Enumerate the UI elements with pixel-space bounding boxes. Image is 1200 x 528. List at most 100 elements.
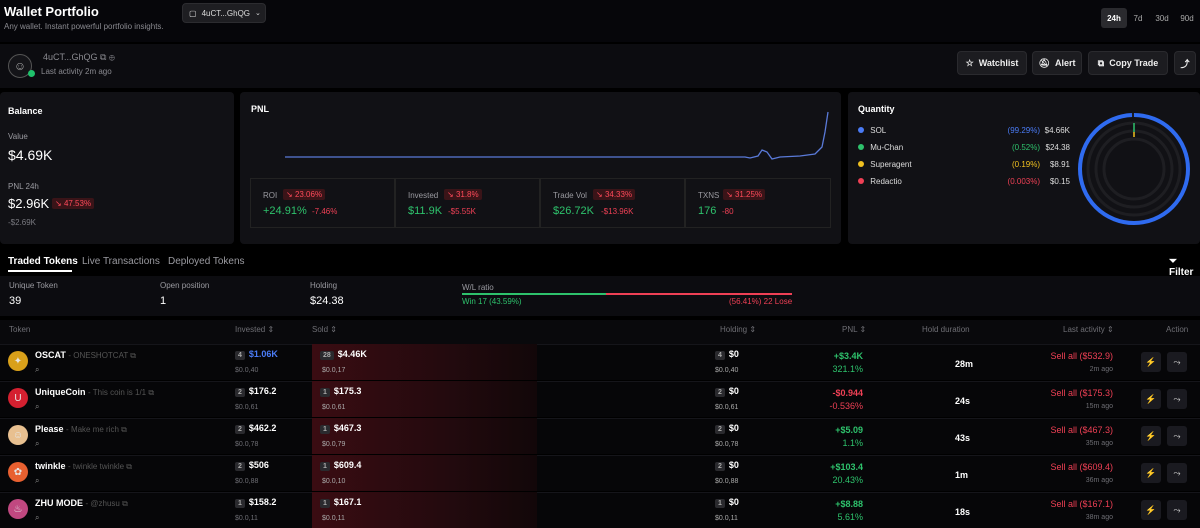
copy-icon[interactable]: ⧉: [100, 52, 106, 62]
open-position-label: Open position: [160, 281, 210, 290]
holding-label: Holding: [310, 281, 338, 290]
hold-duration: 43s: [955, 433, 971, 443]
table-row[interactable]: [0, 418, 1200, 454]
invested-value: 2 $506: [235, 460, 269, 471]
token-icon: ☺: [8, 425, 28, 445]
sold-sub: $0.0,11: [322, 515, 345, 522]
col-last-activity[interactable]: Last activity ⇕: [1063, 325, 1114, 334]
token-icon: ✿: [8, 462, 28, 482]
search-icon[interactable]: ⌕: [35, 513, 39, 523]
col-holding[interactable]: Holding ⇕: [720, 325, 756, 334]
share-icon[interactable]: ⤳: [1167, 463, 1187, 483]
share-icon[interactable]: ⤳: [1167, 352, 1187, 372]
wallet-selector[interactable]: ▢ 4uCT...GhQG ⌄: [182, 3, 266, 23]
sold-sub: $0.0,17: [322, 367, 346, 374]
invested-value: 1 $158.2: [235, 497, 276, 508]
pnl-value: +$8.88: [835, 499, 863, 509]
holding-value: 1 $0: [715, 497, 739, 508]
star-icon: ☆: [965, 57, 974, 68]
holding-sub: $0.0,61: [715, 404, 739, 411]
unique-token-value: 39: [9, 295, 22, 307]
quick-buy-icon[interactable]: ⚡: [1141, 463, 1161, 483]
pnl-line: [285, 111, 829, 160]
tab-live-transactions[interactable]: Live Transactions: [82, 256, 160, 267]
search-icon[interactable]: ⌕: [35, 476, 39, 486]
filter-button[interactable]: ⏷ Filter: [1169, 256, 1200, 278]
token-name[interactable]: twinkle - twinkle twinkle ⧉: [35, 461, 132, 472]
wl-ratio-label: W/L ratio: [462, 283, 494, 292]
holding-value: 2 $0: [715, 386, 739, 397]
holding-value: 2 $0: [715, 423, 739, 434]
share-icon[interactable]: ⤳: [1167, 389, 1187, 409]
stat-roi: ROI ↘ 23.06% +24.91% -7.46%: [250, 178, 395, 228]
quick-buy-icon[interactable]: ⚡: [1141, 426, 1161, 446]
wl-ratio-bar: [462, 293, 792, 295]
last-activity-action[interactable]: Sell all ($467.3): [1050, 425, 1113, 435]
col-action: Action: [1166, 325, 1189, 334]
link-icon[interactable]: ⊕: [109, 52, 115, 62]
pnl-percent: 5.61%: [837, 512, 863, 522]
col-sold[interactable]: Sold ⇕: [312, 325, 337, 334]
holding-sub: $0.0,88: [715, 478, 739, 485]
last-activity-action[interactable]: Sell all ($532.9): [1050, 351, 1113, 361]
range-90d[interactable]: 90d: [1175, 8, 1199, 28]
hold-duration: 24s: [955, 396, 971, 406]
stat-txns: TXNS ↘ 31.25% 176 -80: [685, 178, 831, 228]
tab-deployed-tokens[interactable]: Deployed Tokens: [168, 256, 245, 267]
last-activity-action[interactable]: Sell all ($175.3): [1050, 388, 1113, 398]
hold-duration: 18s: [955, 507, 971, 517]
wl-win-fill: [462, 293, 606, 295]
balance-title: Balance: [8, 106, 43, 116]
last-activity-time: 35m ago: [1085, 440, 1113, 447]
pnl-24h-sub: -$2.69K: [8, 218, 37, 227]
share-icon[interactable]: ⤳: [1167, 426, 1187, 446]
table-header: [0, 320, 1200, 344]
holding-sub: $0.0,40: [715, 367, 739, 374]
table-row[interactable]: [0, 492, 1200, 528]
pnl-24h-label: PNL 24h: [8, 182, 39, 191]
range-7d[interactable]: 7d: [1128, 8, 1148, 28]
table-row[interactable]: [0, 455, 1200, 491]
tab-traded-tokens[interactable]: Traded Tokens: [8, 256, 78, 267]
quantity-item: Redactio (0.003%) $0.15: [858, 177, 1070, 186]
share-icon[interactable]: ⤳: [1167, 500, 1187, 520]
search-icon[interactable]: ⌕: [35, 439, 39, 449]
token-name[interactable]: OSCAT - ONESHOTCAT ⧉: [35, 350, 136, 361]
sold-value: 1 $467.3: [320, 423, 361, 434]
share-button[interactable]: ⤴: [1174, 51, 1196, 75]
holding-sub: $0.0,78: [715, 441, 739, 448]
table-row[interactable]: [0, 344, 1200, 380]
table-row[interactable]: [0, 381, 1200, 417]
sold-value: 1 $167.1: [320, 497, 361, 508]
range-24h[interactable]: 24h: [1101, 8, 1127, 28]
quantity-item: SOL (99.29%) $4.66K: [858, 126, 1070, 135]
col-invested[interactable]: Invested ⇕: [235, 325, 274, 334]
col-pnl[interactable]: PNL ⇕: [842, 325, 866, 334]
filter-icon: ⏷: [1169, 256, 1177, 267]
token-name[interactable]: UniqueCoin - This coin is 1/1 ⧉: [35, 387, 154, 398]
pnl-value: -$0.944: [832, 388, 863, 398]
sold-sub: $0.0,61: [322, 404, 346, 411]
range-30d[interactable]: 30d: [1150, 8, 1174, 28]
quick-buy-icon[interactable]: ⚡: [1141, 389, 1161, 409]
last-activity-action[interactable]: Sell all ($167.1): [1050, 499, 1113, 509]
holding-value: 4 $0: [715, 349, 739, 360]
watchlist-button[interactable]: ☆ Watchlist: [957, 51, 1027, 75]
token-icon: U: [8, 388, 28, 408]
quick-buy-icon[interactable]: ⚡: [1141, 500, 1161, 520]
sold-value: 1 $609.4: [320, 460, 361, 471]
token-name[interactable]: Please - Make me rich ⧉: [35, 424, 127, 435]
copy-trade-button[interactable]: ⧉ Copy Trade: [1088, 51, 1168, 75]
token-name[interactable]: ZHU MODE - @zhusu ⧉: [35, 498, 128, 509]
win-count: Win 17 (43.59%): [462, 297, 522, 306]
search-icon[interactable]: ⌕: [35, 365, 39, 375]
stat-trade-vol: Trade Vol ↘ 34.33% $26.72K -$13.96K: [540, 178, 685, 228]
quick-buy-icon[interactable]: ⚡: [1141, 352, 1161, 372]
pnl-value: +$103.4: [830, 462, 863, 472]
invested-sub: $0.0,61: [235, 404, 259, 411]
alert-button[interactable]: 🔕︎ Alert: [1032, 51, 1082, 75]
search-icon[interactable]: ⌕: [35, 402, 39, 412]
pnl-percent: 1.1%: [842, 438, 863, 448]
last-activity-action[interactable]: Sell all ($609.4): [1050, 462, 1113, 472]
legend-dot: [858, 161, 864, 167]
